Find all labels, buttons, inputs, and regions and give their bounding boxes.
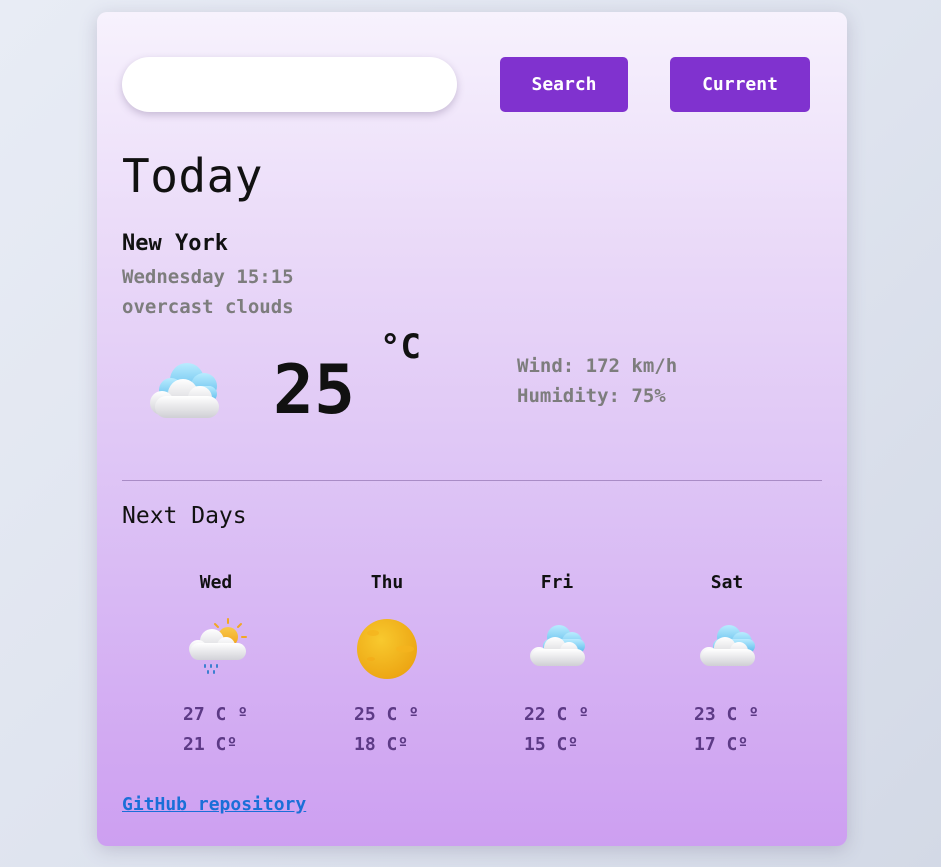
forecast-high-temp: 23 C º	[694, 704, 760, 725]
forecast-high-temp: 25 C º	[354, 704, 420, 725]
forecast-low-temp: 21 Cº	[183, 734, 238, 755]
section-divider	[122, 480, 822, 481]
weather-condition: overcast clouds	[122, 296, 294, 318]
current-temperature: 25	[273, 351, 355, 430]
current-location-button[interactable]: Current	[670, 57, 810, 112]
current-datetime: Wednesday 15:15	[122, 266, 294, 288]
city-name: New York	[122, 231, 228, 256]
github-repository-link[interactable]: GitHub repository	[122, 794, 306, 815]
search-button[interactable]: Search	[500, 57, 628, 112]
next-days-heading: Next Days	[122, 503, 247, 529]
cloud-icon	[530, 625, 585, 666]
cloud-icon	[700, 625, 755, 666]
forecast-day-name: Sat	[710, 572, 744, 593]
forecast-day-name: Wed	[199, 572, 233, 593]
today-heading: Today	[122, 149, 263, 203]
weather-card: Search Current Today New York Wednesday …	[97, 12, 847, 846]
forecast-high-temp: 27 C º	[183, 704, 249, 725]
humidity: Humidity: 75%	[517, 385, 666, 407]
sun-icon	[357, 619, 417, 679]
forecast-day-name: Fri	[540, 572, 574, 593]
partly-cloudy-rain-icon	[189, 618, 247, 674]
forecast-low-temp: 17 Cº	[694, 734, 749, 755]
temperature-unit: °C	[380, 327, 421, 367]
forecast-low-temp: 15 Cº	[524, 734, 579, 755]
cloud-icon	[150, 363, 219, 418]
forecast-day-name: Thu	[370, 572, 404, 593]
forecast-high-temp: 22 C º	[524, 704, 590, 725]
wind-speed: Wind: 172 km/h	[517, 355, 678, 377]
forecast-low-temp: 18 Cº	[354, 734, 409, 755]
search-input[interactable]	[122, 57, 457, 112]
